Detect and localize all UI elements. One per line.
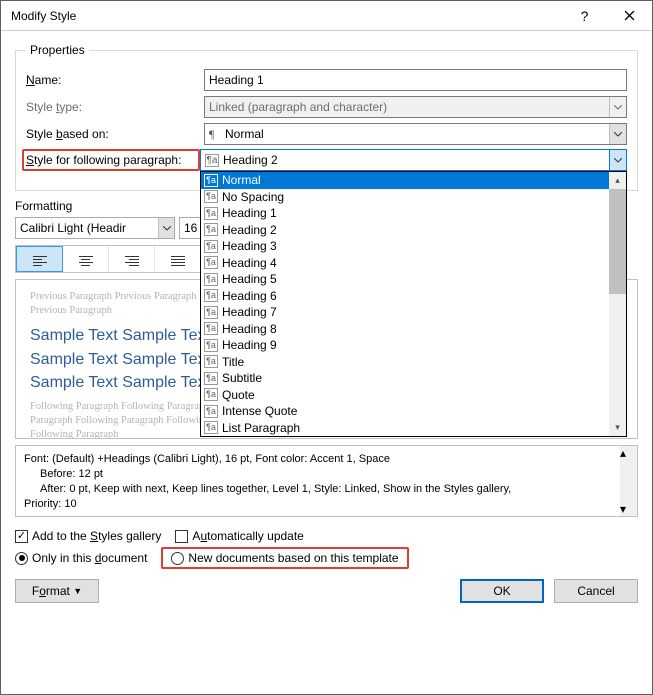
para-style-icon: ¶a bbox=[204, 405, 218, 418]
cancel-button[interactable]: Cancel bbox=[554, 579, 638, 603]
align-justify-button[interactable] bbox=[155, 246, 200, 272]
para-style-icon: ¶a bbox=[204, 174, 218, 187]
align-center-icon bbox=[79, 254, 93, 264]
titlebar: Modify Style ? bbox=[1, 1, 652, 31]
chevron-down-icon bbox=[609, 97, 626, 117]
dropdown-item[interactable]: ¶aHeading 3 bbox=[201, 238, 609, 255]
para-style-icon: ¶a bbox=[204, 355, 218, 368]
desc-line: Font: (Default) +Headings (Calibri Light… bbox=[24, 452, 612, 467]
style-following-dropdown[interactable]: ¶aNormal¶aNo Spacing¶aHeading 1¶aHeading… bbox=[200, 171, 627, 437]
dropdown-item[interactable]: ¶aHeading 6 bbox=[201, 288, 609, 305]
dropdown-item[interactable]: ¶aNormal bbox=[201, 172, 609, 189]
scrollbar-thumb[interactable] bbox=[609, 189, 626, 294]
para-style-icon: ¶a bbox=[204, 388, 218, 401]
para-style-icon: ¶a bbox=[204, 289, 218, 302]
dropdown-item[interactable]: ¶aHeading 5 bbox=[201, 271, 609, 288]
only-in-document-radio[interactable]: Only in this document bbox=[15, 551, 147, 565]
add-to-gallery-checkbox[interactable]: Add to the Styles gallery bbox=[15, 529, 161, 543]
properties-group: Properties Name: Heading 1 Style type: L… bbox=[15, 43, 638, 191]
para-style-icon: ¶a bbox=[205, 154, 219, 167]
formatting-legend: Formatting bbox=[15, 199, 72, 213]
para-style-icon: ¶a bbox=[204, 256, 218, 269]
para-style-icon: ¶a bbox=[204, 339, 218, 352]
para-style-icon: ¶a bbox=[204, 190, 218, 203]
style-following-combo[interactable]: ¶a Heading 2 bbox=[200, 149, 627, 171]
desc-line: After: 0 pt, Keep with next, Keep lines … bbox=[24, 482, 612, 497]
dropdown-item[interactable]: ¶aTitle bbox=[201, 354, 609, 371]
alignment-toolbar bbox=[15, 245, 201, 273]
dropdown-item[interactable]: ¶aHeading 4 bbox=[201, 255, 609, 272]
dropdown-item[interactable]: ¶aHeading 7 bbox=[201, 304, 609, 321]
style-following-label: Style for following paragraph: bbox=[22, 149, 200, 171]
style-description: Font: (Default) +Headings (Calibri Light… bbox=[15, 445, 638, 517]
align-right-button[interactable] bbox=[109, 246, 155, 272]
para-style-icon: ¶a bbox=[204, 240, 218, 253]
dropdown-item[interactable]: ¶aList Paragraph bbox=[201, 420, 609, 437]
style-type-label: Style type: bbox=[26, 100, 204, 114]
align-center-button[interactable] bbox=[63, 246, 109, 272]
close-button[interactable] bbox=[607, 1, 652, 31]
font-combo[interactable]: Calibri Light (Headir bbox=[15, 217, 175, 239]
scroll-up-icon[interactable]: ▴ bbox=[609, 172, 626, 189]
para-style-icon: ¶a bbox=[204, 207, 218, 220]
dropdown-item[interactable]: ¶aHeading 8 bbox=[201, 321, 609, 338]
para-style-icon: ¶a bbox=[204, 223, 218, 236]
dropdown-item[interactable]: ¶aHeading 2 bbox=[201, 222, 609, 239]
style-based-on-combo[interactable]: ¶ Normal bbox=[204, 123, 627, 145]
dropdown-item[interactable]: ¶aQuote bbox=[201, 387, 609, 404]
dropdown-item[interactable]: ¶aHeading 1 bbox=[201, 205, 609, 222]
properties-legend: Properties bbox=[26, 43, 89, 57]
scrollbar[interactable]: ▴ ▾ bbox=[609, 172, 626, 436]
align-left-icon bbox=[33, 254, 47, 264]
dropdown-item[interactable]: ¶aNo Spacing bbox=[201, 189, 609, 206]
align-justify-icon bbox=[171, 254, 185, 264]
format-button[interactable]: Format ▼ bbox=[15, 579, 99, 603]
style-based-on-label: Style based on: bbox=[26, 127, 204, 141]
desc-line: Priority: 10 bbox=[24, 497, 612, 512]
new-documents-radio[interactable]: New documents based on this template bbox=[171, 551, 398, 565]
para-style-icon: ¶a bbox=[204, 273, 218, 286]
para-style-icon: ¶a bbox=[204, 306, 218, 319]
checkbox-icon bbox=[175, 530, 188, 543]
chevron-down-icon: ▼ bbox=[73, 586, 82, 596]
scrollbar[interactable]: ▴ ▾ bbox=[620, 446, 637, 516]
desc-line: Before: 12 pt bbox=[24, 467, 612, 482]
align-left-button[interactable] bbox=[16, 246, 63, 272]
name-input[interactable]: Heading 1 bbox=[204, 69, 627, 91]
close-icon bbox=[624, 10, 635, 21]
style-type-combo: Linked (paragraph and character) bbox=[204, 96, 627, 118]
name-label: Name: bbox=[26, 73, 204, 87]
chevron-down-icon[interactable] bbox=[158, 218, 174, 238]
para-style-icon: ¶a bbox=[204, 322, 218, 335]
dropdown-item[interactable]: ¶aIntense Quote bbox=[201, 403, 609, 420]
chevron-down-icon[interactable] bbox=[609, 124, 626, 144]
ok-button[interactable]: OK bbox=[460, 579, 544, 603]
dropdown-item[interactable]: ¶aHeading 9 bbox=[201, 337, 609, 354]
dropdown-item[interactable]: ¶aSubtitle bbox=[201, 370, 609, 387]
auto-update-checkbox[interactable]: Automatically update bbox=[175, 529, 303, 543]
checkbox-icon bbox=[15, 530, 28, 543]
para-style-icon: ¶a bbox=[204, 421, 218, 434]
scroll-up-icon[interactable]: ▴ bbox=[620, 446, 637, 460]
window-title: Modify Style bbox=[11, 9, 562, 23]
para-style-icon: ¶a bbox=[204, 372, 218, 385]
help-button[interactable]: ? bbox=[562, 1, 607, 31]
pilcrow-icon: ¶ bbox=[209, 127, 221, 142]
chevron-down-icon[interactable] bbox=[609, 150, 626, 170]
scroll-down-icon[interactable]: ▾ bbox=[609, 419, 626, 436]
radio-icon bbox=[15, 552, 28, 565]
radio-icon bbox=[171, 552, 184, 565]
scroll-down-icon[interactable]: ▾ bbox=[620, 502, 637, 516]
align-right-icon bbox=[125, 254, 139, 264]
